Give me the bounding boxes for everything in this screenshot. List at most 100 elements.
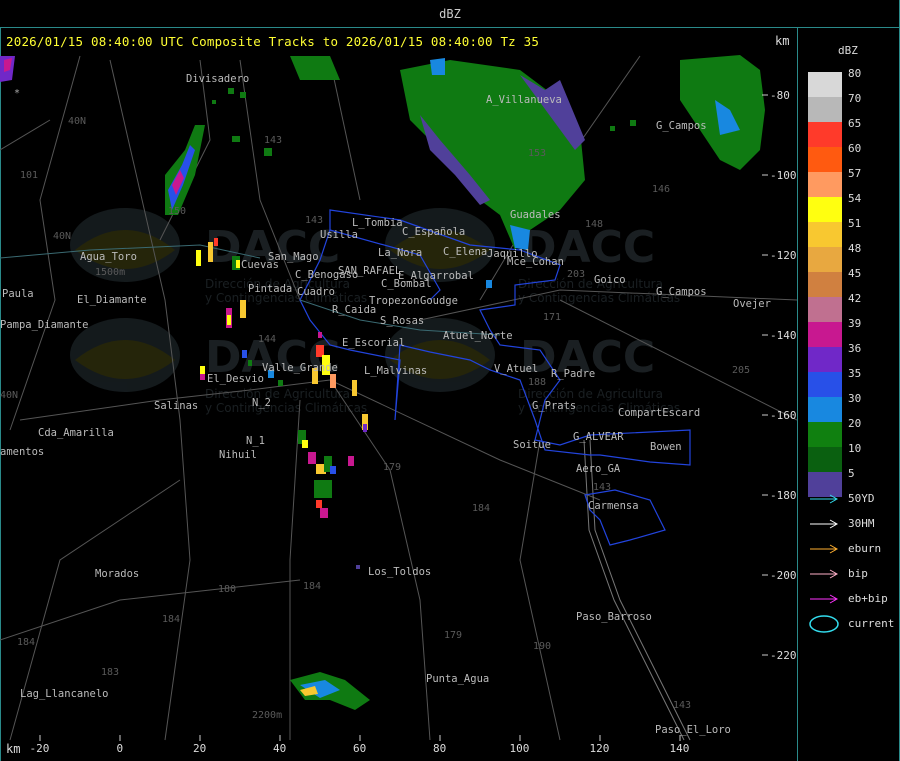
x-tick-label: 80 (433, 742, 447, 755)
dbz-level-swatch (808, 97, 842, 122)
dbz-level-label: 48 (848, 242, 862, 255)
track-legend-label: eburn (848, 542, 882, 555)
dbz-level-swatch (808, 272, 842, 297)
place-label: Usilla (320, 229, 358, 241)
place-label: SAN_RAFAEL (338, 265, 401, 277)
route-number: 143 (264, 135, 282, 146)
dbz-level-swatch (808, 172, 842, 197)
dbz-level-label: 45 (848, 267, 862, 280)
place-label: G_Campos (656, 286, 707, 298)
place-label: C_Elena (443, 246, 487, 258)
radar-map[interactable]: DACC DACC DACC DACC Dirección de Agricul… (0, 54, 797, 741)
route-number: 150 (168, 206, 186, 217)
place-label: Paula (2, 288, 34, 300)
route-number: 179 (383, 462, 401, 473)
place-label: L_Tombia (352, 217, 403, 229)
place-label: Bowen (650, 441, 682, 453)
place-label: Los_Toldos (368, 566, 431, 578)
dacc-subtitle: y Contingencias Climáticas (205, 401, 367, 415)
route-number: 179 (444, 630, 462, 641)
arrow-icon (810, 494, 839, 504)
y-tick-label: -180 (770, 489, 797, 502)
place-label: L_Malvinas (364, 365, 427, 377)
place-label: V_Atuel (494, 363, 538, 375)
x-tick-label: -20 (29, 742, 50, 755)
legend-title: dBZ (838, 44, 858, 57)
dbz-level-swatch (808, 422, 842, 447)
dbz-level-label: 60 (848, 142, 862, 155)
dbz-level-swatch (808, 72, 842, 97)
x-tick-label: 60 (353, 742, 367, 755)
track-legend-label: current (848, 617, 895, 630)
dbz-level-label: 10 (848, 442, 862, 455)
dbz-level-label: 54 (848, 192, 862, 205)
y-tick-label: -200 (770, 569, 797, 582)
dbz-level-swatch (808, 222, 842, 247)
y-tick-label: -220 (770, 649, 797, 662)
track-legend-label: eb+bip (848, 592, 888, 605)
place-label: Cuadro (297, 286, 335, 298)
y-axis-labels: -80 -100 -120 -140 -160 -180 -200 -220 (770, 89, 797, 662)
dbz-level-swatch (808, 397, 842, 422)
dbz-level-label: 51 (848, 217, 862, 230)
place-label: Pintada (248, 283, 292, 295)
dbz-level-swatch (808, 322, 842, 347)
route-number: 40N (0, 390, 18, 401)
place-label: R_Padre (551, 368, 595, 380)
route-number: 153 (528, 148, 546, 159)
route-number: 143 (305, 215, 323, 226)
route-number: 143 (673, 700, 691, 711)
route-number: 184 (162, 614, 180, 625)
route-number: 148 (585, 219, 603, 230)
x-tick-label: 20 (193, 742, 207, 755)
route-number: 143 (593, 482, 611, 493)
dbz-level-label: 39 (848, 317, 862, 330)
dbz-level-label: 65 (848, 117, 862, 130)
place-label: Morados (95, 568, 139, 580)
place-label: El_Desvio (207, 373, 264, 385)
place-label: Aero_GA (576, 463, 621, 475)
x-axis-labels: -20 0 20 40 60 80 100 120 140 (0, 741, 797, 761)
route-number: 40N (53, 231, 71, 242)
route-number: 203 (567, 269, 585, 280)
place-label: Goico (594, 274, 626, 286)
route-number: 171 (543, 312, 561, 323)
y-tick-label: -160 (770, 409, 797, 422)
route-number: 184 (303, 581, 321, 592)
route-number: 2200m (252, 710, 282, 721)
place-label: Punta_Agua (426, 673, 489, 685)
route-number: 190 (533, 641, 551, 652)
dbz-level-label: 42 (848, 292, 862, 305)
dbz-level-label: 36 (848, 342, 862, 355)
y-tick-label: -120 (770, 249, 797, 262)
place-label: Paso_El_Loro (655, 724, 731, 736)
route-number: 1500m (95, 267, 125, 278)
place-label: S_Rosas (380, 315, 424, 327)
place-label: Paso_Barroso (576, 611, 652, 623)
place-label: R_Caida (332, 304, 376, 316)
dbz-level-swatch (808, 347, 842, 372)
ellipse-icon (809, 615, 839, 633)
route-number: 183 (101, 667, 119, 678)
place-label: G_Prats (532, 400, 576, 412)
place-label: E_Escorial (342, 337, 405, 349)
place-label: C_Bombal (381, 278, 432, 290)
place-label: Divisadero (186, 73, 249, 85)
place-label: Lag_Llancanelo (20, 688, 109, 700)
place-label: Salinas (154, 400, 198, 412)
dacc-subtitle: Dirección de Agricultura (518, 387, 663, 401)
place-label: C_Española (402, 226, 465, 238)
x-tick-label: 0 (116, 742, 124, 755)
place-label: N_2 (252, 397, 271, 409)
dbz-level-swatch (808, 122, 842, 147)
track-legend-label: 30HM (848, 517, 875, 530)
dbz-level-label: 57 (848, 167, 862, 180)
place-label: Goudge (420, 295, 458, 307)
x-tick-label: 140 (669, 742, 690, 755)
dbz-level-swatch (808, 372, 842, 397)
place-label: Mce_Cohan (507, 256, 564, 268)
dbz-color-scale (808, 72, 842, 497)
place-label: Guadales (510, 209, 561, 221)
y-tick-label: -80 (770, 89, 790, 102)
place-label: Pampa_Diamante (0, 319, 89, 331)
